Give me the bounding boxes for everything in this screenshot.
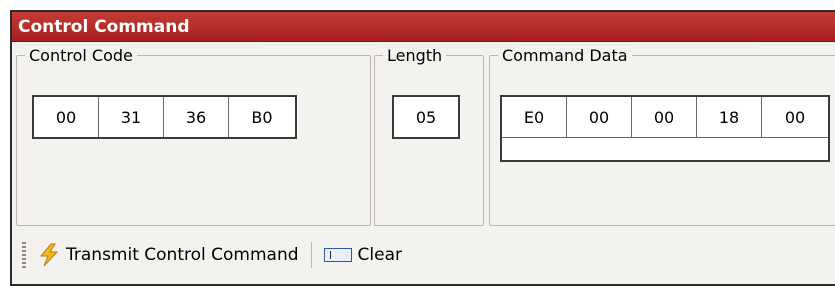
command-data-row: E0 00 00 18 00 xyxy=(502,97,828,138)
clear-button[interactable]: Clear xyxy=(318,241,408,269)
command-toolbar: Transmit Control Command Clear xyxy=(16,231,835,278)
control-code-group: Control Code 00 31 36 B0 xyxy=(16,46,371,226)
command-data-legend: Command Data xyxy=(502,46,628,65)
command-data-byte-3[interactable]: 18 xyxy=(697,97,762,137)
control-code-legend: Control Code xyxy=(29,46,133,65)
control-code-byte-2[interactable]: 36 xyxy=(164,97,229,137)
toolbar-grip[interactable] xyxy=(22,241,26,268)
command-data-byte-1[interactable]: 00 xyxy=(567,97,632,137)
panel-title: Control Command xyxy=(12,12,835,42)
command-data-byte-0[interactable]: E0 xyxy=(502,97,567,137)
command-data-empty-row[interactable] xyxy=(502,138,828,160)
control-code-byte-1[interactable]: 31 xyxy=(99,97,164,137)
control-command-panel: Control Command Control Code 00 31 36 B0… xyxy=(10,10,835,286)
toolbar-separator xyxy=(310,241,312,268)
command-data-byte-4[interactable]: 00 xyxy=(762,97,828,137)
control-code-byte-0[interactable]: 00 xyxy=(34,97,99,137)
panel-content: Control Code 00 31 36 B0 Length 05 Comma… xyxy=(16,46,835,226)
length-value[interactable]: 05 xyxy=(394,97,458,137)
control-code-byte-3[interactable]: B0 xyxy=(229,97,295,137)
lightning-bolt-icon xyxy=(39,243,59,266)
length-group: Length 05 xyxy=(374,46,484,226)
transmit-control-command-button[interactable]: Transmit Control Command xyxy=(32,239,305,271)
clear-label: Clear xyxy=(357,244,402,265)
length-legend: Length xyxy=(387,46,443,65)
length-box: 05 xyxy=(392,95,460,139)
clear-textbox-icon xyxy=(323,247,352,262)
command-data-group: Command Data E0 00 00 18 00 xyxy=(489,46,835,226)
command-data-grid: E0 00 00 18 00 xyxy=(500,95,830,162)
control-code-bytes: 00 31 36 B0 xyxy=(32,95,297,139)
command-data-byte-2[interactable]: 00 xyxy=(632,97,697,137)
transmit-label: Transmit Control Command xyxy=(66,244,299,265)
